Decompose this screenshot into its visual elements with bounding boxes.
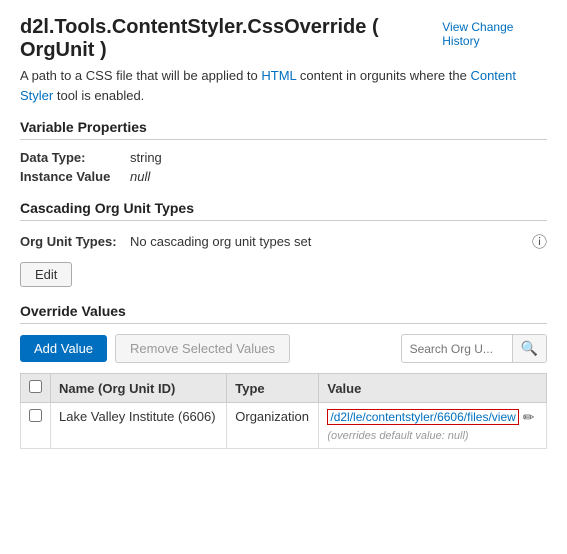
search-input[interactable] (402, 337, 512, 361)
actions-row: Add Value Remove Selected Values 🔍 (20, 334, 547, 363)
overrides-note: (overrides default value: null) (327, 430, 538, 442)
edit-button[interactable]: Edit (20, 262, 72, 287)
table-header-name: Name (Org Unit ID) (51, 374, 227, 403)
cascading-org-unit-types-title: Cascading Org Unit Types (20, 200, 547, 221)
row-checkbox[interactable] (29, 409, 42, 422)
table-header-type: Type (227, 374, 319, 403)
instance-value-label: Instance Value (20, 169, 130, 184)
table-header-value: Value (319, 374, 547, 403)
data-type-value: string (130, 150, 162, 165)
row-name: Lake Valley Institute (6606) (51, 403, 227, 449)
row-type: Organization (227, 403, 319, 449)
row-value: /d2l/le/contentstyler/6606/files/view ✏ (o… (319, 403, 547, 449)
add-value-button[interactable]: Add Value (20, 335, 107, 362)
search-container: 🔍 (401, 334, 547, 363)
select-all-checkbox[interactable] (29, 380, 42, 393)
org-unit-types-value: No cascading org unit types set (130, 234, 532, 249)
view-change-history-link[interactable]: View Change History (442, 20, 547, 48)
row-checkbox-cell (21, 403, 51, 449)
table-row: Lake Valley Institute (6606)Organization… (21, 403, 547, 449)
edit-pencil-icon[interactable]: ✏ (523, 409, 535, 426)
value-link[interactable]: /d2l/le/contentstyler/6606/files/view (327, 409, 518, 425)
variable-properties-section: Variable Properties Data Type: string In… (20, 119, 547, 184)
html-link[interactable]: HTML (261, 68, 296, 83)
org-unit-types-label: Org Unit Types: (20, 234, 130, 249)
remove-selected-button[interactable]: Remove Selected Values (115, 334, 290, 363)
override-values-table: Name (Org Unit ID) Type Value Lake Valle… (20, 373, 547, 449)
data-type-label: Data Type: (20, 150, 130, 165)
search-icon: 🔍 (521, 340, 538, 356)
variable-properties-title: Variable Properties (20, 119, 547, 140)
instance-value-value: null (130, 169, 150, 184)
override-values-section: Override Values Add Value Remove Selecte… (20, 303, 547, 449)
page-title: d2l.Tools.ContentStyler.CssOverride ( Or… (20, 16, 442, 62)
description: A path to a CSS file that will be applie… (20, 66, 547, 105)
search-icon-button[interactable]: 🔍 (512, 335, 546, 362)
help-icon[interactable]: ⓘ (532, 231, 547, 252)
override-values-title: Override Values (20, 303, 547, 324)
cascading-org-unit-types-section: Cascading Org Unit Types Org Unit Types:… (20, 200, 547, 287)
table-header-checkbox (21, 374, 51, 403)
